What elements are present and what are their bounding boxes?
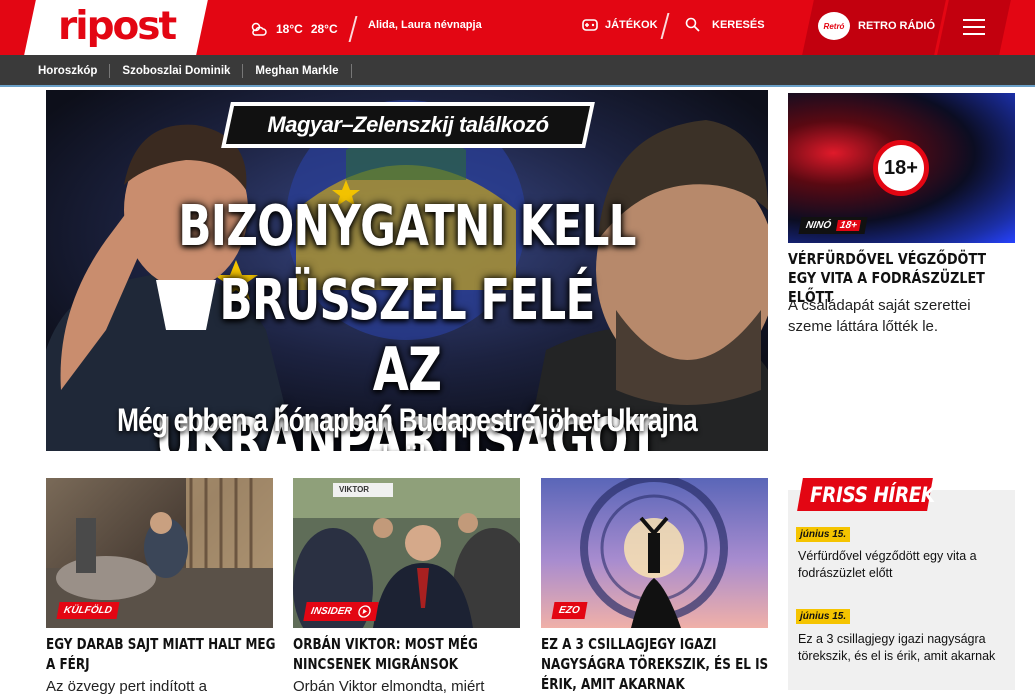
hero-subtitle[interactable]: Még ebben a hónapban Budapestre jöhet Uk…: [111, 402, 703, 451]
games-link[interactable]: JÁTÉKOK: [581, 17, 658, 33]
hamburger-menu-icon[interactable]: [963, 17, 985, 37]
temp-min: 18°C: [276, 22, 303, 36]
side-article-lead: A családapát saját szerettei szeme láttá…: [788, 297, 971, 335]
hero-article-image[interactable]: Magyar–Zelenszkij találkozó BIZONYGATNI …: [46, 90, 768, 451]
side-article-image[interactable]: 18+ NINÓ 18+: [788, 93, 1015, 243]
nameday-text: Alida, Laura névnapja: [368, 19, 482, 31]
photo-sign-text: VIKTOR: [339, 485, 370, 494]
hero-headline-line-2[interactable]: BRÜSSZEL FELÉ: [125, 268, 688, 333]
card-title[interactable]: ORBÁN VIKTOR: MOST MÉG NINCSENEK MIGRÁNS…: [293, 634, 525, 674]
category-tag[interactable]: INSIDER: [303, 602, 379, 621]
tag-age-badge: 18+: [836, 220, 861, 231]
retro-radio-label: RETRO RÁDIÓ: [858, 20, 935, 32]
card-image[interactable]: VIKTOR INSIDER: [293, 478, 520, 628]
trending-nav-item[interactable]: Horoszkóp: [26, 64, 111, 78]
news-date: június 15.: [796, 527, 851, 542]
news-date: június 15.: [796, 609, 851, 624]
card-image[interactable]: EZO: [541, 478, 768, 628]
trending-nav-item[interactable]: Szoboszlai Dominik: [110, 64, 244, 78]
category-tag[interactable]: NINÓ 18+: [798, 217, 868, 234]
card-title[interactable]: EGY DARAB SAJT MIATT HALT MEG A FÉRJ: [46, 634, 278, 674]
card-lead: Orbán Viktor elmondta, miért: [293, 678, 485, 695]
trending-nav-item[interactable]: Meghan Markle: [243, 64, 352, 78]
card-lead: Az özvegy pert indított a: [46, 678, 207, 695]
retro-radio-logo: Retró: [818, 12, 850, 40]
weather-widget[interactable]: 18°C 28°C: [250, 16, 360, 42]
gamepad-icon: [582, 19, 598, 31]
age-restriction-badge: 18+: [873, 140, 929, 196]
search-link[interactable]: KERESÉS: [685, 17, 765, 32]
card-title[interactable]: EZ A 3 CSILLAGJEGY IGAZI NAGYSÁGRA TÖREK…: [541, 634, 773, 694]
search-label: KERESÉS: [712, 18, 765, 31]
temp-max: 28°C: [310, 22, 338, 36]
weather-cloud-sun-icon: [251, 22, 267, 36]
trending-nav: Horoszkóp Szoboszlai Dominik Meghan Markle: [0, 55, 1035, 87]
latest-news-item[interactable]: Vérfürdővel végződött egy vita a fodrász…: [798, 548, 1008, 582]
hero-banner: Magyar–Zelenszkij találkozó: [267, 112, 549, 137]
video-play-icon: [357, 605, 371, 618]
games-label: JÁTÉKOK: [605, 19, 658, 31]
latest-news-heading: FRISS HÍREK: [810, 483, 935, 507]
header-divider: [348, 16, 358, 42]
card-image[interactable]: KÜLFÖLD: [46, 478, 273, 628]
category-tag[interactable]: KÜLFÖLD: [56, 602, 120, 619]
search-icon: [685, 17, 700, 32]
latest-news-item[interactable]: Ez a 3 csillagjegy igazi nagyságra törek…: [798, 631, 1008, 665]
category-tag[interactable]: EZO: [551, 602, 588, 619]
site-logo[interactable]: ripost: [58, 4, 177, 49]
retro-radio-link[interactable]: Retró RETRO RÁDIÓ: [818, 12, 935, 40]
hero-headline-line-1[interactable]: BIZONYGATNI KELL: [125, 194, 688, 259]
